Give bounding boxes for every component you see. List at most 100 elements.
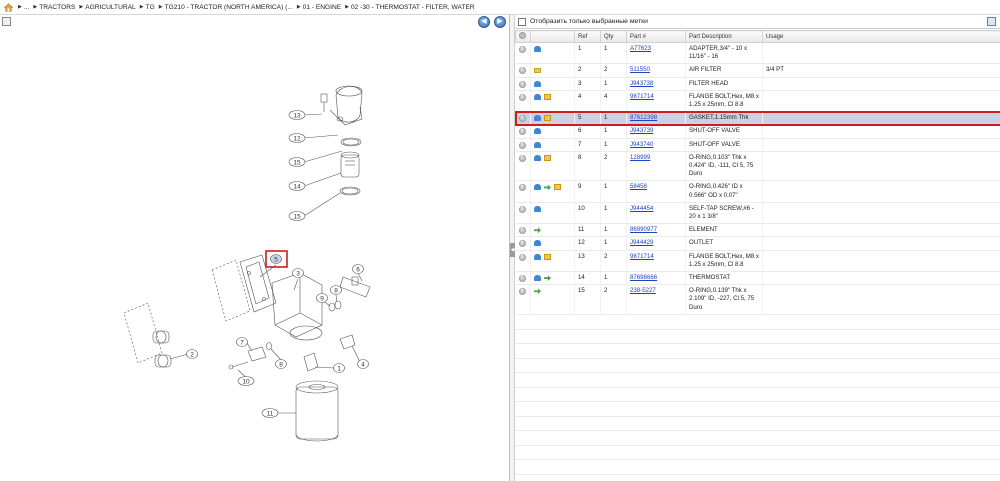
expand-icon[interactable]: + — [518, 80, 526, 88]
table-row[interactable]: +9 1 58458 O-RING,0.426" ID x 0.566" OD x 0… — [515, 180, 1000, 203]
table-row[interactable]: +2 2 511550 AIR FILTER 3/4 PT — [515, 63, 1000, 78]
part-number-link-text[interactable]: J943738 — [630, 80, 653, 87]
expand-icon[interactable]: + — [518, 141, 526, 149]
pointer-icon[interactable] — [534, 93, 541, 100]
callout-6[interactable]: 6 — [352, 264, 364, 274]
part-number-link[interactable]: J943739 — [626, 124, 686, 139]
expand-icon[interactable]: + — [518, 128, 526, 136]
expand-icon[interactable]: + — [518, 67, 526, 75]
callout-5[interactable]: 5 — [270, 254, 282, 264]
pointer-icon[interactable] — [534, 154, 541, 161]
table-row[interactable]: +14 1 87698666 THERMOSTAT — [515, 271, 1000, 286]
box-icon[interactable] — [544, 93, 551, 100]
expand-icon[interactable]: + — [518, 184, 526, 192]
callout-8[interactable]: 8 — [330, 285, 342, 295]
part-number-link[interactable]: 58458 — [626, 180, 686, 203]
callout-14[interactable]: 14 — [288, 181, 306, 191]
expand-icon[interactable]: + — [518, 154, 526, 162]
table-row[interactable]: +10 1 J944454 SELF-TAP SCREW,#6 - 20 x 1 3/… — [515, 202, 1000, 225]
callout-11[interactable]: 11 — [261, 408, 279, 418]
column-header[interactable]: Ref — [574, 30, 601, 43]
part-number-link[interactable]: J943740 — [626, 138, 686, 152]
table-row[interactable]: +3 1 J943738 FILTER HEAD — [515, 77, 1000, 91]
folder-icon[interactable] — [534, 67, 541, 73]
pointer-icon[interactable] — [534, 80, 541, 87]
part-number-link-text[interactable]: J944454 — [630, 205, 653, 212]
callout-3[interactable]: 3 — [292, 268, 304, 278]
part-number-link-text[interactable]: 511550 — [630, 66, 650, 73]
breadcrumb-item[interactable]: ▶ AGRICULTURAL — [79, 4, 135, 11]
part-number-link-text[interactable]: J944429 — [630, 239, 653, 246]
table-row[interactable]: +7 1 J943740 SHUT-OFF VALVE — [515, 138, 1000, 152]
expand-icon[interactable]: + — [518, 115, 526, 123]
expand-icon[interactable]: + — [518, 93, 526, 101]
box-icon[interactable] — [544, 154, 551, 161]
expand-icon[interactable]: + — [518, 240, 526, 248]
column-header[interactable]: Usage — [762, 30, 1000, 43]
pointer-icon[interactable] — [534, 115, 541, 122]
expand-icon[interactable]: + — [518, 227, 526, 235]
callout-2[interactable]: 2 — [186, 349, 198, 359]
expand-icon[interactable]: + — [518, 46, 526, 53]
part-number-link[interactable]: J943738 — [626, 77, 686, 91]
part-number-link[interactable]: 238-5227 — [626, 284, 686, 315]
callout-12[interactable]: 12 — [288, 133, 306, 143]
box-icon[interactable] — [554, 184, 561, 191]
part-number-link[interactable]: J944429 — [626, 236, 686, 251]
part-number-link-text[interactable]: 87612398 — [630, 114, 657, 121]
pointer-icon[interactable] — [534, 275, 541, 282]
breadcrumb-item[interactable]: ▶ TRACTORS — [33, 4, 75, 11]
breadcrumb-item[interactable]: ▶ TG — [140, 4, 155, 11]
pointer-icon[interactable] — [534, 240, 541, 247]
table-row[interactable]: +1 1 A77623 ADAPTER,3/4" - 10 x 11/16" - 16 — [515, 42, 1000, 65]
part-number-link-text[interactable]: 128999 — [630, 154, 650, 161]
expand-icon[interactable]: + — [518, 253, 526, 261]
expand-icon[interactable]: + — [518, 205, 526, 213]
pointer-icon[interactable] — [534, 141, 541, 148]
pointer-icon[interactable] — [534, 46, 541, 52]
expand-icon[interactable]: + — [518, 275, 526, 283]
callout-13[interactable]: 13 — [288, 110, 306, 120]
part-number-link-text[interactable]: J943739 — [630, 127, 653, 134]
box-icon[interactable] — [544, 253, 551, 260]
column-header[interactable]: Part # — [626, 30, 686, 43]
table-row[interactable]: +11 1 86990977 ELEMENT — [515, 223, 1000, 238]
box-icon[interactable] — [544, 115, 551, 122]
options-icon[interactable] — [519, 32, 526, 39]
table-row[interactable]: +15 2 238-5227 O-RING,0.139" Thk x 2.109" I… — [515, 284, 1000, 315]
part-number-link[interactable]: 87698666 — [626, 271, 686, 286]
callout-9[interactable]: 9 — [316, 293, 328, 303]
callout-10[interactable]: 10 — [237, 376, 255, 386]
header-options-icon[interactable] — [515, 30, 531, 43]
part-number-link[interactable]: 9871714 — [626, 250, 686, 273]
arrow-icon[interactable] — [544, 275, 551, 282]
part-number-link-text[interactable]: A77623 — [630, 45, 651, 52]
part-number-link[interactable]: 128999 — [626, 151, 686, 182]
table-row[interactable]: +8 2 128999 O-RING,0.103" Thk x 0.424" ID, … — [515, 151, 1000, 182]
callout-8[interactable]: 8 — [275, 359, 287, 369]
arrow-icon[interactable] — [544, 184, 551, 191]
part-number-link-text[interactable]: 58458 — [630, 183, 647, 190]
breadcrumb-item[interactable]: ▶ 01 - ENGINE — [297, 4, 341, 11]
part-number-link[interactable]: 87612398 — [626, 111, 686, 126]
column-header[interactable]: Part Description — [685, 30, 763, 43]
show-selected-only-checkbox[interactable] — [518, 17, 526, 26]
part-number-link[interactable]: J944454 — [626, 202, 686, 225]
callout-15[interactable]: 15 — [288, 211, 306, 221]
pointer-icon[interactable] — [534, 205, 541, 212]
table-row[interactable]: +6 1 J943739 SHUT-OFF VALVE — [515, 124, 1000, 139]
breadcrumb-item[interactable]: ▶... — [18, 4, 29, 11]
breadcrumb-item[interactable]: ▶ 02 -30 - THERMOSTAT - FILTER, WATER — [345, 4, 474, 11]
table-row[interactable]: +12 1 J944429 OUTLET — [515, 236, 1000, 251]
pointer-icon[interactable] — [534, 253, 541, 260]
part-number-link-text[interactable]: 238-5227 — [630, 287, 656, 294]
breadcrumb-item[interactable]: ▶ TG210 - TRACTOR (NORTH AMERICA) (... — [159, 4, 293, 11]
part-number-link-text[interactable]: 87698666 — [630, 274, 657, 281]
part-number-link[interactable]: A77623 — [626, 42, 686, 65]
callout-1[interactable]: 1 — [333, 363, 345, 373]
pointer-icon[interactable] — [534, 128, 541, 135]
part-number-link[interactable]: 9871714 — [626, 90, 686, 113]
part-number-link-text[interactable]: 86990977 — [630, 226, 657, 233]
arrow-icon[interactable] — [534, 288, 541, 295]
export-icon[interactable] — [987, 17, 996, 26]
